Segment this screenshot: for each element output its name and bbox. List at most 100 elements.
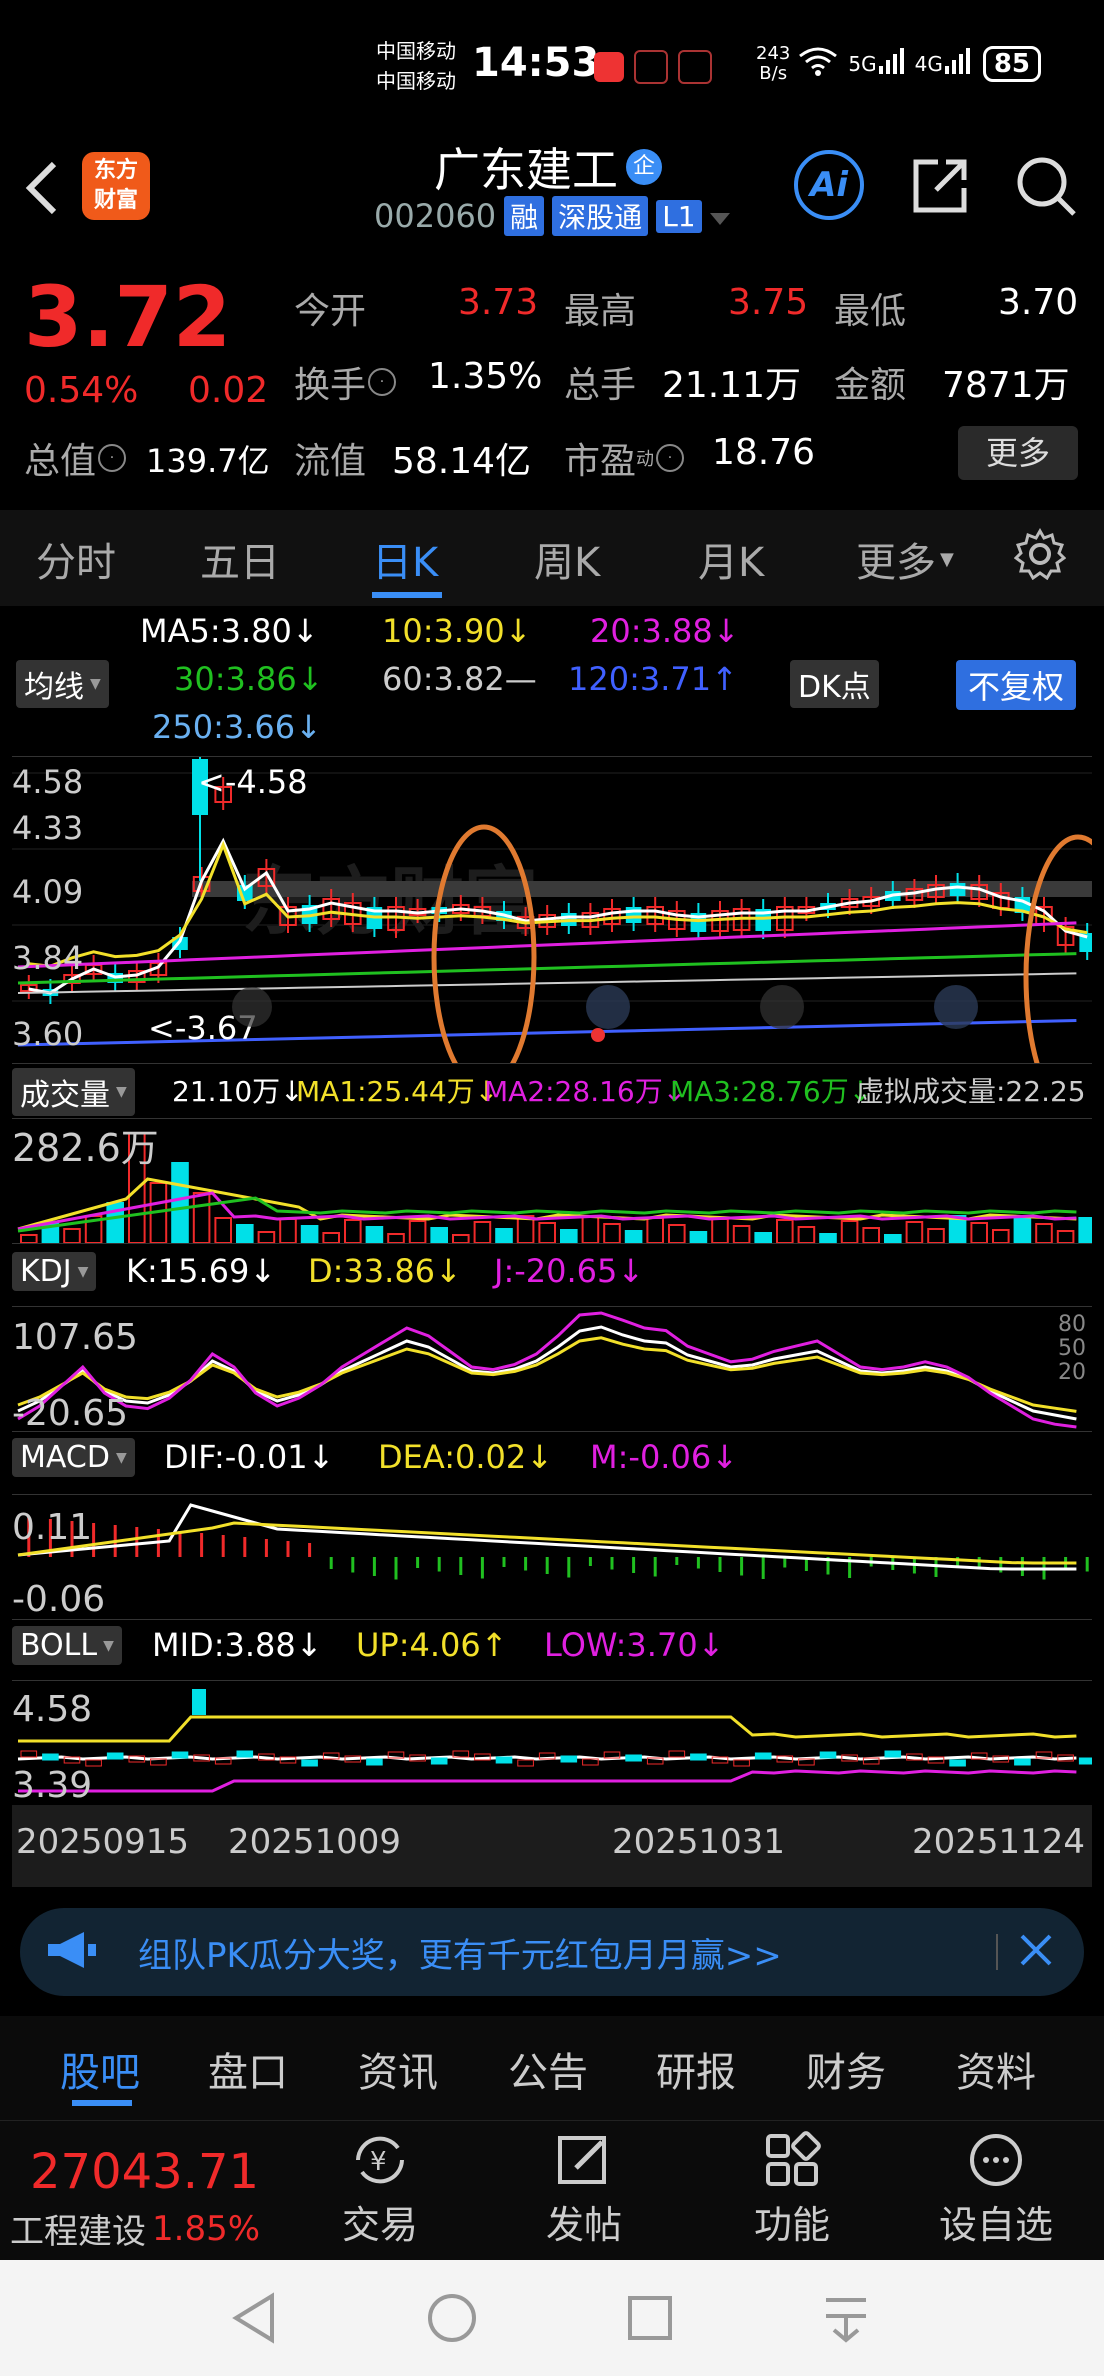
dropdown-arrow-icon-5: ▼: [77, 1263, 89, 1280]
ma30-value: 30:3.86↓: [174, 660, 324, 698]
volume-bar: [300, 1225, 319, 1244]
chevron-left-icon-2[interactable]: [586, 985, 630, 1029]
ma-selector[interactable]: 均线 ▼: [16, 660, 109, 708]
notification-app-icon-2: [634, 50, 668, 84]
info-icon-2[interactable]: ·: [98, 444, 127, 472]
ai-button[interactable]: Ai: [794, 150, 864, 220]
more-button[interactable]: 更多: [958, 426, 1078, 480]
volume-bar: [20, 1234, 38, 1244]
add-watchlist-button[interactable]: 设自选: [926, 2130, 1066, 2249]
boll-selector[interactable]: BOLL ▼: [12, 1626, 122, 1665]
macd-chart[interactable]: 0.11 -0.06: [12, 1494, 1092, 1620]
adjust-toggle-button[interactable]: 不复权: [956, 660, 1077, 710]
close-icon[interactable]: [1016, 1930, 1056, 1974]
fullscreen-icon[interactable]: [934, 985, 978, 1029]
boll-candle: [192, 1689, 206, 1715]
tab-profile[interactable]: 资料: [956, 2040, 1036, 2098]
kline-chart[interactable]: 东方财富 4.58 4.33 4.09 3.84 3.60 <-4.58 <-3…: [12, 756, 1104, 1120]
ma5-line: [28, 837, 1088, 995]
dropdown-arrow-icon-3: ▼: [90, 676, 101, 692]
chart-settings-button[interactable]: [1013, 527, 1067, 584]
nav-back-icon[interactable]: [228, 2290, 280, 2350]
kdj-chart[interactable]: 107.65 -20.65 80 50 20: [12, 1306, 1092, 1434]
volume-selector[interactable]: 成交量 ▼: [12, 1068, 135, 1116]
volume-bar: [279, 1218, 297, 1244]
chevron-right-icon[interactable]: [760, 985, 804, 1029]
stock-code-row[interactable]: 002060 融 深股通 L1: [374, 196, 730, 236]
boll-candle: [236, 1750, 254, 1758]
macd-y-top: 0.11: [12, 1507, 92, 1548]
boll-candle: [495, 1756, 513, 1764]
volume-chart[interactable]: 282.6万: [12, 1118, 1097, 1244]
trade-button[interactable]: ¥ 交易: [330, 2130, 430, 2249]
sector-index-value[interactable]: 27043.71: [30, 2144, 259, 2200]
candle-body: [625, 907, 642, 923]
battery-icon: 85: [982, 46, 1042, 82]
volume-bar: [970, 1222, 989, 1244]
open-value: 3.73: [458, 282, 539, 323]
nav-recents-icon[interactable]: [624, 2292, 676, 2348]
volume-bar: [754, 1232, 773, 1244]
volume-bar: [819, 1233, 837, 1244]
macd-selector[interactable]: MACD ▼: [12, 1438, 135, 1477]
dropdown-arrow-icon: [709, 197, 730, 235]
search-icon: [1017, 157, 1076, 216]
signal-bars-icon: [877, 46, 907, 83]
back-button[interactable]: [20, 158, 64, 222]
volume-bar: [884, 1234, 902, 1244]
tab-news[interactable]: 资讯: [358, 2040, 438, 2098]
tab-monthly-k[interactable]: 月K: [698, 530, 764, 588]
volume-label: 总手: [564, 365, 637, 406]
gear-icon: [1013, 527, 1067, 581]
tab-daily-k[interactable]: 日K: [372, 530, 438, 588]
volume-value: 21.10万↓: [172, 1075, 304, 1108]
kdj-k: K:15.69↓: [126, 1252, 277, 1290]
boll-chart[interactable]: 4.58 3.39 20250915 20251009 20251031 202…: [12, 1680, 1096, 1887]
volume-bar: [560, 1229, 578, 1244]
zoom-out-icon[interactable]: [232, 987, 272, 1027]
volume-ma3: MA3:28.76万↓: [670, 1075, 873, 1108]
tab-announcements[interactable]: 公告: [508, 2040, 588, 2098]
tab-intraday[interactable]: 分时: [36, 530, 116, 588]
share-button[interactable]: [908, 154, 972, 222]
change-percent: 0.54%: [24, 370, 139, 411]
kdj-selector[interactable]: KDJ ▼: [12, 1252, 97, 1291]
tab-guba[interactable]: 股吧: [60, 2040, 140, 2098]
sector-index-row[interactable]: 工程建设 1.85%: [10, 2204, 260, 2253]
ma30-line: [17, 952, 1077, 985]
post-button[interactable]: 发帖: [534, 2130, 634, 2249]
tab-more[interactable]: 更多 ▼: [856, 530, 954, 588]
boll-candle: [754, 1752, 772, 1760]
tab-finance[interactable]: 财务: [806, 2040, 886, 2098]
volume-bar: [1013, 1216, 1032, 1244]
nav-home-icon[interactable]: [424, 2290, 480, 2350]
boll-candle: [819, 1751, 837, 1759]
volume-bar: [840, 1220, 859, 1244]
volume-bars-group: [17, 1132, 1097, 1244]
dropdown-arrow-icon-6: ▼: [115, 1449, 127, 1466]
info-icon[interactable]: ·: [368, 368, 397, 396]
search-button[interactable]: [1014, 154, 1078, 222]
tab-pankou[interactable]: 盘口: [208, 2040, 288, 2098]
nav-menu-icon[interactable]: [820, 2290, 872, 2350]
dk-point-button[interactable]: DK点: [790, 660, 879, 708]
volume-bar: [192, 1192, 211, 1244]
tab-weekly-k[interactable]: 周K: [534, 530, 600, 588]
ma250-value: 250:3.66↓: [152, 708, 322, 746]
float-value: 58.14亿: [392, 441, 532, 482]
volume-bar: [452, 1234, 470, 1244]
info-icon-3[interactable]: ·: [656, 444, 685, 472]
tab-research[interactable]: 研报: [656, 2040, 736, 2098]
volume-bar: [538, 1222, 557, 1244]
boll-candle: [690, 1753, 707, 1761]
tab-five-day[interactable]: 五日: [200, 530, 280, 588]
kdj-y-bottom: -20.65: [12, 1393, 128, 1431]
promo-banner[interactable]: 组队PK瓜分大奖，更有千元红包月月赢>>: [20, 1908, 1084, 1996]
signal-4g: 4G: [914, 52, 943, 76]
net-speed: 243 B/s: [756, 43, 791, 84]
grid-icon: [766, 2131, 821, 2186]
y-axis-tick: 4.33: [12, 809, 83, 847]
function-button[interactable]: 功能: [742, 2130, 842, 2249]
more-dots-icon: [970, 2134, 1022, 2186]
banner-divider: [996, 1934, 998, 1970]
